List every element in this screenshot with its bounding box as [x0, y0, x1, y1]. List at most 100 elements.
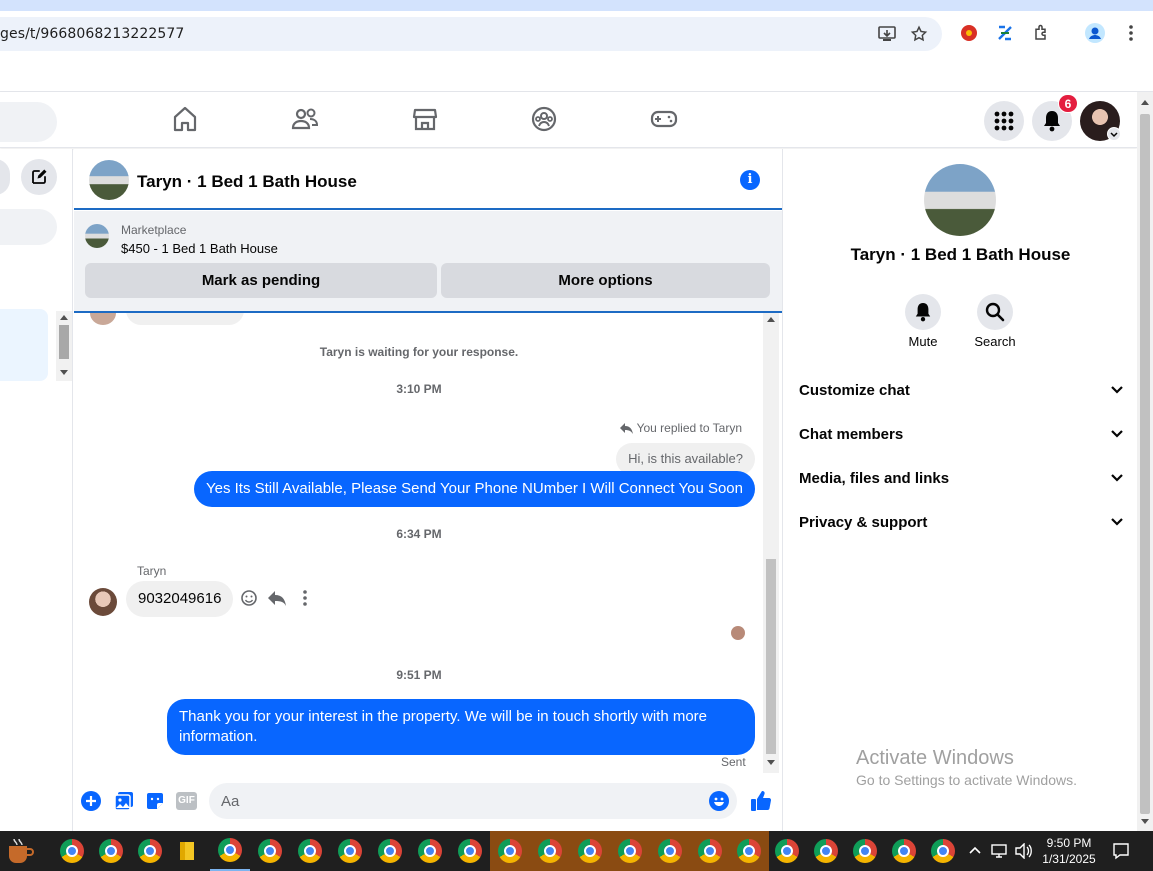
sticker-icon[interactable] [145, 791, 165, 811]
network-icon[interactable] [991, 843, 1009, 859]
address-bar[interactable]: ges/t/9668068213222577 [0, 17, 942, 51]
chevron-down-icon [1111, 430, 1123, 438]
listing-thumbnail[interactable] [85, 224, 109, 248]
bookmark-star-icon[interactable] [909, 24, 929, 44]
marketplace-icon[interactable] [410, 104, 440, 134]
section-label: Privacy & support [799, 513, 928, 531]
more-actions-plus-icon[interactable] [81, 791, 101, 811]
taskbar-start-icon[interactable] [0, 831, 40, 871]
media-files-links-section[interactable]: Media, files and links [799, 456, 1124, 500]
attach-photo-icon[interactable] [114, 791, 134, 811]
windows-taskbar: 9:50 PM 1/31/2025 [0, 831, 1153, 871]
seen-receipt-avatar [731, 626, 745, 640]
taskbar-chrome-icon[interactable] [884, 831, 924, 871]
browser-toolbar: ges/t/9668068213222577 [0, 11, 1153, 58]
sent-message[interactable]: Yes Its Still Available, Please Send You… [193, 471, 755, 507]
timestamp: 3:10 PM [396, 382, 442, 396]
sender-avatar[interactable] [89, 588, 117, 616]
search-messenger-input[interactable] [0, 209, 57, 245]
message-composer: GIF Aa [74, 776, 782, 831]
extension-green-icon[interactable] [995, 23, 1015, 43]
like-thumb-icon[interactable] [750, 790, 772, 812]
taskbar-chrome-icon[interactable] [290, 831, 330, 871]
chat-title[interactable]: Taryn · 1 Bed 1 Bath House [137, 172, 357, 192]
section-label: Chat members [799, 425, 904, 443]
chat-members-section[interactable]: Chat members [799, 412, 1124, 456]
menu-grid-button[interactable] [984, 101, 1024, 141]
install-app-icon[interactable] [877, 24, 897, 44]
taskbar-chrome-flashing-icon[interactable] [530, 831, 570, 871]
taskbar-chrome-icon[interactable] [806, 831, 846, 871]
details-avatar[interactable] [924, 164, 996, 236]
customize-chat-section[interactable]: Customize chat [799, 368, 1124, 412]
reply-arrow-icon[interactable] [268, 590, 286, 606]
taskbar-chrome-active-icon[interactable] [210, 831, 250, 871]
friends-icon[interactable] [290, 104, 320, 134]
react-emoji-icon[interactable] [240, 589, 258, 607]
taskbar-chrome-icon[interactable] [410, 831, 450, 871]
taskbar-chrome-icon[interactable] [923, 831, 963, 871]
tray-overflow-chevron-icon[interactable] [968, 845, 982, 855]
taskbar-chrome-icon[interactable] [52, 831, 92, 871]
extensions-puzzle-icon[interactable] [1032, 23, 1052, 43]
search-label: Search [974, 334, 1016, 349]
browser-tab-strip [0, 0, 1153, 11]
groups-icon[interactable] [529, 104, 559, 134]
taskbar-chrome-flashing-icon[interactable] [570, 831, 610, 871]
taskbar-chrome-flashing-icon[interactable] [650, 831, 690, 871]
emoji-icon[interactable] [709, 791, 729, 811]
taskbar-chrome-icon[interactable] [450, 831, 490, 871]
search-conversation-button[interactable] [977, 294, 1013, 330]
thread-scrollbar[interactable] [763, 313, 779, 773]
mark-as-pending-button[interactable]: Mark as pending [85, 263, 437, 298]
received-message[interactable]: 9032049616 [126, 581, 234, 617]
chat-header: Taryn · 1 Bed 1 Bath House i [74, 149, 782, 210]
tray-time: 9:50 PM [1046, 836, 1092, 850]
listing-title[interactable]: $450 - 1 Bed 1 Bath House [121, 241, 278, 256]
page-scrollbar[interactable] [1137, 92, 1153, 831]
taskbar-chrome-flashing-icon[interactable] [690, 831, 730, 871]
mute-button[interactable] [905, 294, 941, 330]
bell-icon [1044, 111, 1060, 132]
taskbar-chrome-icon[interactable] [91, 831, 131, 871]
home-icon[interactable] [170, 104, 200, 134]
extension-red-icon[interactable] [959, 23, 979, 43]
chat-avatar[interactable] [89, 160, 129, 200]
taskbar-chrome-icon[interactable] [845, 831, 885, 871]
taskbar-chrome-icon[interactable] [250, 831, 290, 871]
reply-icon [619, 423, 633, 434]
taskbar-chrome-flashing-icon[interactable] [729, 831, 769, 871]
new-message-button[interactable] [21, 159, 57, 195]
compose-icon [32, 169, 47, 184]
taskbar-chrome-flashing-icon[interactable] [490, 831, 530, 871]
notification-center-icon[interactable] [1112, 842, 1130, 860]
reply-context-text: You replied to Taryn [636, 421, 742, 435]
sent-message[interactable]: Thank you for your interest in the prope… [167, 699, 755, 755]
taskbar-chrome-profile-icon[interactable] [130, 831, 170, 871]
taskbar-chrome-flashing-icon[interactable] [610, 831, 650, 871]
more-actions-icon[interactable] [302, 590, 308, 606]
taskbar-chrome-icon[interactable] [330, 831, 370, 871]
gif-icon[interactable]: GIF [176, 792, 197, 810]
chats-options-button[interactable] [0, 159, 10, 195]
active-chat-item[interactable] [0, 309, 48, 381]
message-input[interactable]: Aa [209, 783, 737, 819]
taskbar-file-explorer-icon[interactable] [167, 831, 207, 871]
taskbar-chrome-icon[interactable] [370, 831, 410, 871]
account-chevron-icon[interactable] [1107, 127, 1121, 141]
conversation-info-icon[interactable]: i [740, 170, 760, 190]
more-options-button[interactable]: More options [441, 263, 770, 298]
message-input-placeholder: Aa [221, 793, 240, 810]
browser-menu-icon[interactable] [1121, 23, 1141, 43]
taskbar-chrome-icon[interactable] [767, 831, 807, 871]
facebook-header [0, 92, 1137, 148]
privacy-support-section[interactable]: Privacy & support [799, 500, 1124, 544]
gaming-icon[interactable] [649, 104, 679, 134]
sidebar-scrollbar[interactable] [56, 311, 72, 381]
facebook-search-input[interactable] [0, 102, 57, 142]
previous-message-bubble [126, 313, 244, 325]
chrome-profile-icon[interactable] [1085, 23, 1105, 43]
tray-clock[interactable]: 9:50 PM 1/31/2025 [1040, 835, 1098, 867]
activate-windows-subtitle: Go to Settings to activate Windows. [856, 772, 1077, 788]
volume-icon[interactable] [1015, 843, 1033, 859]
